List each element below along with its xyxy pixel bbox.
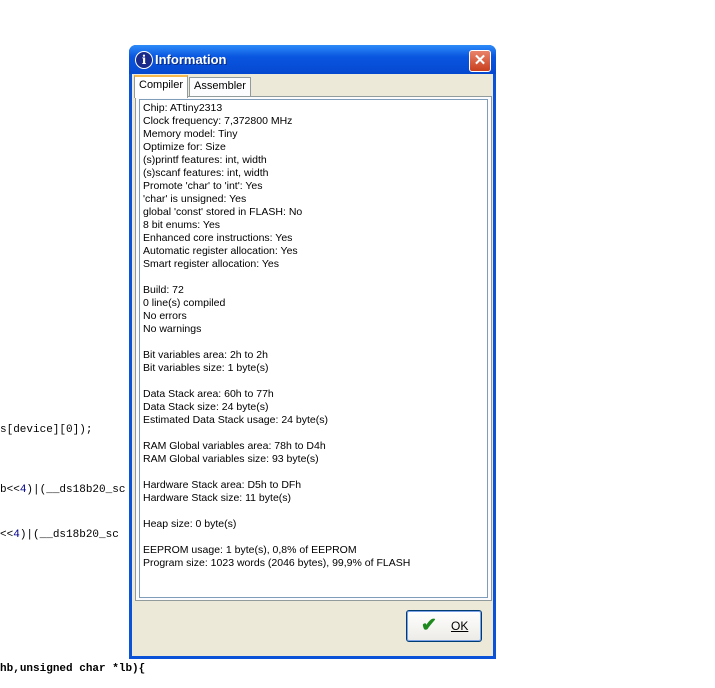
info-line bbox=[143, 375, 484, 388]
code-text: )|(__ds18b20_sc bbox=[19, 529, 119, 541]
info-line: global 'const' stored in FLASH: No bbox=[143, 206, 303, 218]
ok-label: OK bbox=[451, 619, 469, 633]
info-line: 8 bit enums: Yes bbox=[143, 219, 221, 231]
code-text: b<< bbox=[0, 484, 20, 496]
code-keyword: unsigned char bbox=[19, 663, 106, 675]
info-icon: i bbox=[135, 51, 153, 69]
info-line: Enhanced core instructions: Yes bbox=[143, 232, 293, 244]
info-line: Clock frequency: 7,372800 MHz bbox=[143, 115, 293, 127]
info-line: Hardware Stack size: 11 byte(s) bbox=[143, 492, 292, 504]
info-line bbox=[143, 531, 484, 544]
dialog-title: Information bbox=[155, 52, 227, 67]
info-line: Bit variables size: 1 byte(s) bbox=[143, 362, 269, 374]
close-button[interactable]: ✕ bbox=[469, 50, 491, 72]
dialog-body: Compiler Assembler Chip: ATtiny2313 Clock… bbox=[132, 74, 493, 656]
code-line: <<4)|(__ds18b20_sc bbox=[0, 529, 119, 541]
title-bar[interactable]: i Information ✕ bbox=[129, 45, 496, 74]
info-line: Promote 'char' to 'int': Yes bbox=[143, 180, 263, 192]
code-text: hb, bbox=[0, 663, 20, 675]
code-text: )|(__ds18b20_sc bbox=[26, 484, 126, 496]
info-line: Estimated Data Stack usage: 24 byte(s) bbox=[143, 414, 329, 426]
info-line: 0 line(s) compiled bbox=[143, 297, 226, 309]
info-line: (s)printf features: int, width bbox=[143, 154, 267, 166]
info-line bbox=[143, 271, 484, 284]
code-number: 4 bbox=[13, 529, 20, 541]
info-line: Program size: 1023 words (2046 bytes), 9… bbox=[143, 557, 411, 569]
info-line: Data Stack area: 60h to 77h bbox=[143, 388, 274, 400]
info-line: Heap size: 0 byte(s) bbox=[143, 518, 237, 530]
code-text: << bbox=[0, 529, 14, 541]
info-line: RAM Global variables area: 78h to D4h bbox=[143, 440, 326, 452]
info-line: RAM Global variables size: 93 byte(s) bbox=[143, 453, 319, 465]
info-line bbox=[143, 466, 484, 479]
tab-assembler[interactable]: Assembler bbox=[189, 77, 251, 96]
info-line: Chip: ATtiny2313 bbox=[143, 102, 223, 114]
code-line: b<<4)|(__ds18b20_sc bbox=[0, 484, 125, 496]
info-line: (s)scanf features: int, width bbox=[143, 167, 269, 179]
information-dialog: i Information ✕ Compiler Assembler Chip:… bbox=[129, 45, 496, 659]
info-line: Build: 72 bbox=[143, 284, 184, 296]
info-line: Hardware Stack area: D5h to DFh bbox=[143, 479, 302, 491]
info-line bbox=[143, 427, 484, 440]
info-line: No errors bbox=[143, 310, 187, 322]
info-line bbox=[143, 505, 484, 518]
tab-compiler[interactable]: Compiler bbox=[134, 75, 189, 98]
info-line: Smart register allocation: Yes bbox=[143, 258, 279, 270]
checkmark-icon: ✔ bbox=[421, 615, 437, 636]
info-line: No warnings bbox=[143, 323, 202, 335]
info-line bbox=[143, 336, 484, 349]
info-line: 'char' is unsigned: Yes bbox=[143, 193, 247, 205]
info-line: Automatic register allocation: Yes bbox=[143, 245, 298, 257]
info-line: Memory model: Tiny bbox=[143, 128, 238, 140]
code-text: *lb){ bbox=[105, 663, 146, 675]
code-line: hb,unsigned char *lb){ bbox=[0, 663, 145, 675]
code-line: s[device][0]); bbox=[0, 424, 93, 436]
info-text-area[interactable]: Chip: ATtiny2313 Clock frequency: 7,37280… bbox=[139, 99, 488, 598]
ok-button[interactable]: ✔ OK bbox=[406, 610, 482, 642]
info-line: Data Stack size: 24 byte(s) bbox=[143, 401, 269, 413]
info-line: Optimize for: Size bbox=[143, 141, 226, 153]
tab-panel: Chip: ATtiny2313 Clock frequency: 7,37280… bbox=[135, 96, 492, 601]
info-line: Bit variables area: 2h to 2h bbox=[143, 349, 268, 361]
info-line: EEPROM usage: 1 byte(s), 0,8% of EEPROM bbox=[143, 544, 357, 556]
